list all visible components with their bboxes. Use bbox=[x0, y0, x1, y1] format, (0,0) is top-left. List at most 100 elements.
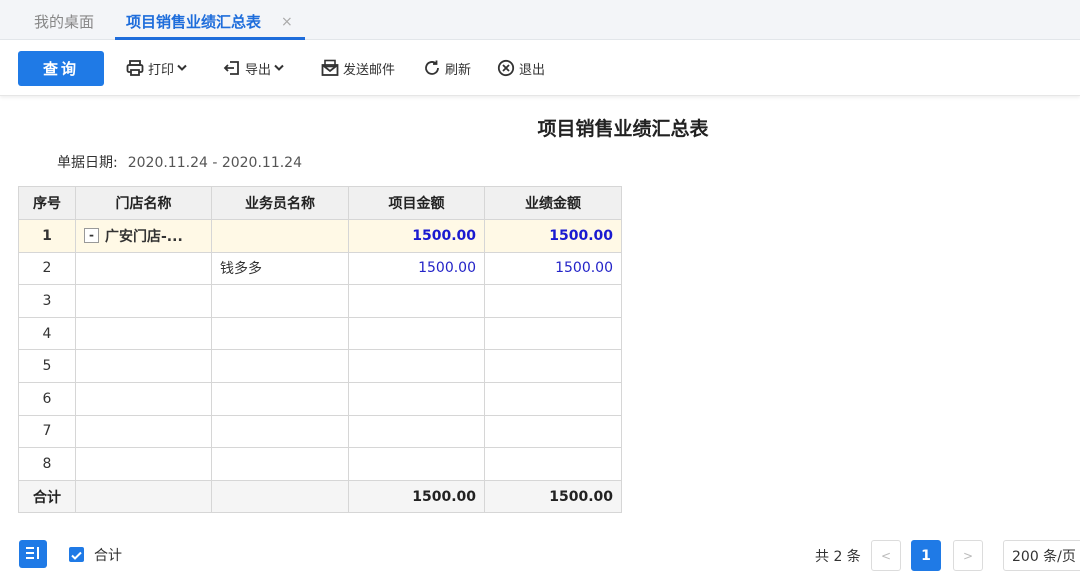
column-header-project-amount[interactable]: 项目金额 bbox=[348, 186, 485, 220]
cell-index: 7 bbox=[18, 414, 76, 449]
tab-bar: 我的桌面 项目销售业绩汇总表 × bbox=[0, 0, 1080, 40]
export-label: 导出 bbox=[245, 62, 272, 78]
check-icon bbox=[71, 545, 82, 564]
summary-checkbox-label[interactable]: 合计 bbox=[94, 545, 122, 565]
cell-performance-amount bbox=[484, 284, 622, 318]
summary-performance-amount: 1500.00 bbox=[484, 479, 622, 514]
send-email-button[interactable]: 发送邮件 bbox=[321, 57, 395, 79]
summary-label: 合计 bbox=[18, 479, 76, 514]
column-settings-icon bbox=[25, 545, 41, 564]
tab-my-desktop[interactable]: 我的桌面 bbox=[34, 12, 94, 32]
cell-staff bbox=[211, 447, 349, 481]
email-icon bbox=[321, 59, 339, 77]
cell-store bbox=[75, 349, 212, 383]
cell-staff bbox=[211, 316, 349, 351]
refresh-icon bbox=[423, 59, 441, 77]
cell-staff bbox=[211, 479, 349, 514]
cell-performance-amount bbox=[484, 349, 622, 383]
cell-store bbox=[75, 251, 212, 286]
chevron-down-icon bbox=[274, 64, 284, 72]
cell-project-amount bbox=[348, 284, 485, 318]
column-header-store[interactable]: 门店名称 bbox=[75, 186, 212, 220]
cell-staff bbox=[211, 349, 349, 383]
export-icon bbox=[223, 59, 241, 77]
exit-icon bbox=[497, 59, 515, 77]
document-date-value: 2020.11.24 - 2020.11.24 bbox=[127, 155, 302, 171]
table-row[interactable]: 4 bbox=[18, 316, 622, 351]
cell-store bbox=[75, 381, 212, 416]
send-email-label: 发送邮件 bbox=[343, 62, 396, 78]
next-page-button[interactable]: > bbox=[953, 540, 983, 571]
print-button[interactable]: 打印 bbox=[126, 57, 187, 79]
cell-staff bbox=[211, 284, 349, 318]
cell-project-amount bbox=[348, 447, 485, 481]
cell-store bbox=[75, 414, 212, 449]
cell-performance-amount bbox=[484, 381, 622, 416]
cell-project-amount bbox=[348, 414, 485, 449]
cell-performance-amount bbox=[484, 414, 622, 449]
refresh-label: 刷新 bbox=[445, 62, 472, 78]
page-size-select[interactable]: 200 条/页 bbox=[1003, 540, 1080, 571]
refresh-button[interactable]: 刷新 bbox=[423, 57, 471, 79]
query-button[interactable]: 查询 bbox=[18, 51, 104, 86]
exit-button[interactable]: 退出 bbox=[497, 57, 545, 79]
exit-label: 退出 bbox=[519, 62, 546, 78]
cell-index: 1 bbox=[18, 219, 76, 253]
table-header-row: 序号 门店名称 业务员名称 项目金额 业绩金额 bbox=[18, 186, 622, 220]
cell-staff: 钱多多 bbox=[211, 251, 349, 286]
cell-store bbox=[75, 316, 212, 351]
table-row[interactable]: 8 bbox=[18, 447, 622, 481]
cell-staff bbox=[211, 414, 349, 449]
cell-index: 2 bbox=[18, 251, 76, 286]
summary-checkbox[interactable] bbox=[69, 547, 84, 562]
cell-store bbox=[75, 447, 212, 481]
summary-table: 序号 门店名称 业务员名称 项目金额 业绩金额 1 - 广安门店-... 1500… bbox=[18, 186, 622, 514]
table-summary-row: 合计 1500.00 1500.00 bbox=[18, 479, 622, 514]
cell-store: - 广安门店-... bbox=[75, 219, 212, 253]
tab-close-icon[interactable]: × bbox=[281, 12, 293, 32]
document-date-label: 单据日期: bbox=[57, 155, 118, 171]
column-settings-button[interactable] bbox=[19, 540, 47, 568]
cell-project-amount bbox=[348, 349, 485, 383]
table-row[interactable]: 2 钱多多 1500.00 1500.00 bbox=[18, 251, 622, 286]
column-header-index[interactable]: 序号 bbox=[18, 186, 76, 220]
app-window: 我的桌面 项目销售业绩汇总表 × 查询 打印 导出 发送邮件 刷新 退出 项目销… bbox=[0, 0, 1080, 577]
table-row-group[interactable]: 1 - 广安门店-... 1500.00 1500.00 bbox=[18, 219, 622, 253]
total-record-count: 共 2 条 bbox=[815, 549, 861, 565]
collapse-toggle-icon[interactable]: - bbox=[84, 228, 99, 244]
tab-sales-summary[interactable]: 项目销售业绩汇总表 bbox=[126, 12, 261, 32]
cell-staff bbox=[211, 219, 349, 253]
cell-performance-amount bbox=[484, 316, 622, 351]
table-row[interactable]: 3 bbox=[18, 284, 622, 318]
cell-staff bbox=[211, 381, 349, 416]
cell-project-amount bbox=[348, 316, 485, 351]
table-row[interactable]: 7 bbox=[18, 414, 622, 449]
cell-project-amount bbox=[348, 381, 485, 416]
print-label: 打印 bbox=[148, 62, 175, 78]
cell-index: 5 bbox=[18, 349, 76, 383]
cell-index: 8 bbox=[18, 447, 76, 481]
print-icon bbox=[126, 59, 144, 77]
cell-performance-amount: 1500.00 bbox=[484, 219, 622, 253]
cell-index: 4 bbox=[18, 316, 76, 351]
toolbar: 查询 打印 导出 发送邮件 刷新 退出 bbox=[0, 40, 1080, 96]
cell-performance-amount bbox=[484, 447, 622, 481]
table-row[interactable]: 6 bbox=[18, 381, 622, 416]
cell-project-amount: 1500.00 bbox=[348, 251, 485, 286]
cell-performance-amount: 1500.00 bbox=[484, 251, 622, 286]
summary-project-amount: 1500.00 bbox=[348, 479, 485, 514]
report-title: 项目销售业绩汇总表 bbox=[537, 118, 709, 140]
prev-page-button[interactable]: < bbox=[871, 540, 901, 571]
store-name: 广安门店-... bbox=[105, 228, 183, 245]
document-date-row: 单据日期: 2020.11.24 - 2020.11.24 bbox=[57, 152, 302, 172]
cell-project-amount: 1500.00 bbox=[348, 219, 485, 253]
cell-store bbox=[75, 479, 212, 514]
chevron-down-icon bbox=[177, 64, 187, 72]
column-header-staff[interactable]: 业务员名称 bbox=[211, 186, 349, 220]
table-row[interactable]: 5 bbox=[18, 349, 622, 383]
column-header-performance-amount[interactable]: 业绩金额 bbox=[484, 186, 622, 220]
page-number-current[interactable]: 1 bbox=[911, 540, 941, 571]
export-button[interactable]: 导出 bbox=[223, 57, 284, 79]
cell-index: 3 bbox=[18, 284, 76, 318]
cell-index: 6 bbox=[18, 381, 76, 416]
